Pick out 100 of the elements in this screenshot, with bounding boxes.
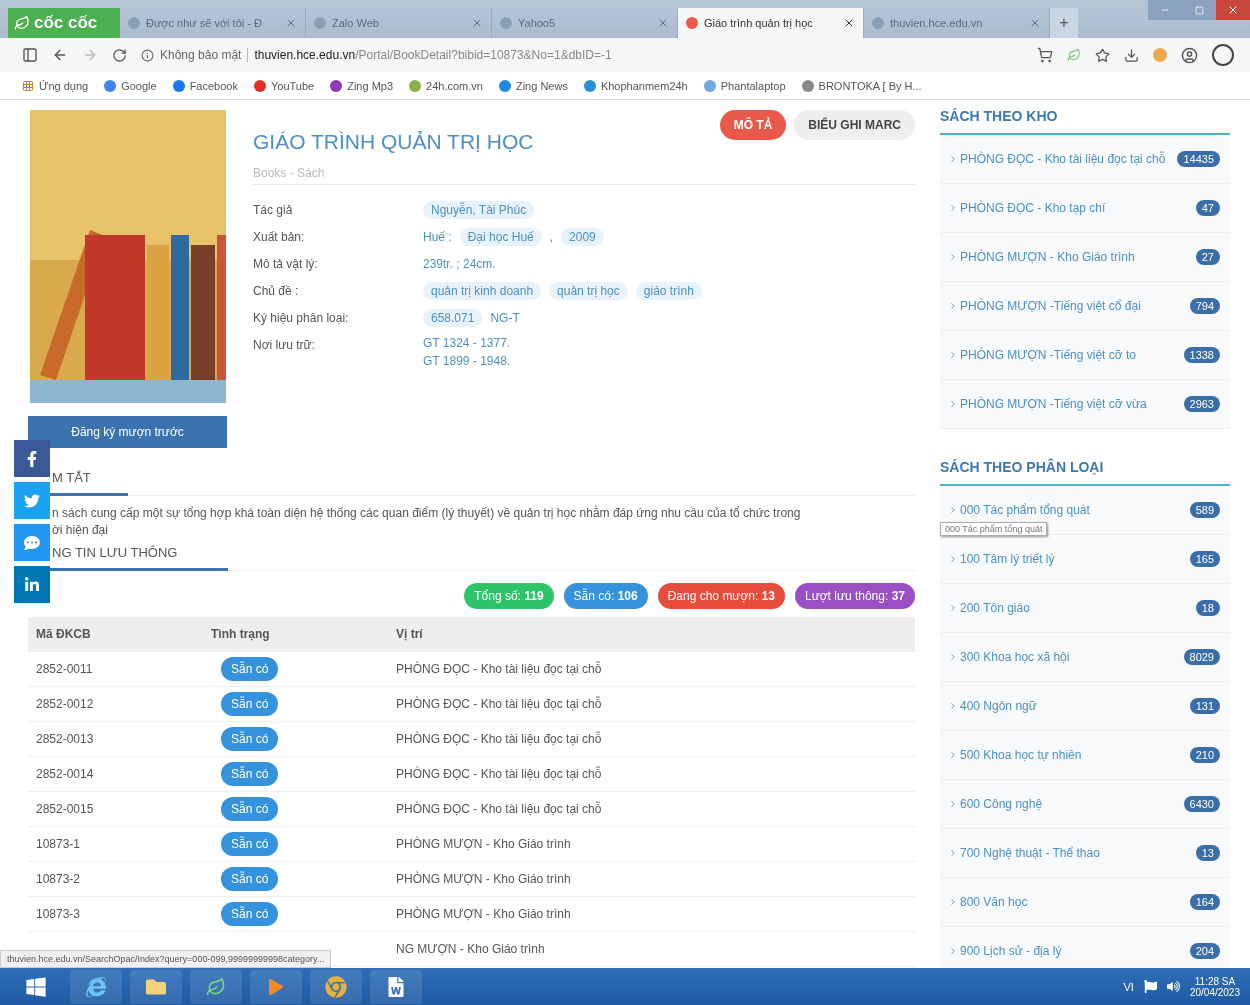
count-badge: 1338 [1183,347,1220,363]
field-tag[interactable]: 2009 [561,228,604,246]
linkedin-button[interactable] [14,566,50,603]
chat-button[interactable] [14,524,50,561]
chevron-icon [948,701,958,711]
count-badge: 165 [1189,551,1220,567]
download-icon[interactable] [1124,47,1139,63]
taskbar-button[interactable] [130,969,182,1004]
table-cell-text: 10873-2 [36,872,82,886]
circle-icon[interactable] [1212,44,1234,66]
clock[interactable]: 11:28 SA 20/04/2023 [1189,975,1240,998]
field-tag[interactable]: quản trị học [549,282,628,300]
stat-badge: Lượt lưu thông: 37 [795,583,915,609]
field-label: Xuất bản: [253,229,306,246]
browser-logo[interactable]: cốc cốc [8,8,120,38]
facebook-button[interactable] [14,440,50,477]
field-tag[interactable]: quản trị kinh doanh [423,282,542,300]
bookmark[interactable]: Zing Mp3 [330,79,394,92]
sidebar-item[interactable]: 400 Ngôn ngữ 131 [940,682,1230,731]
table-cell-text: PHÒNG ĐỌC - Kho tài liệu đọc tại chỗ [396,662,603,676]
field-label: Mô tả vật lý: [253,256,319,273]
table-cell-text: PHÒNG ĐỌC - Kho tài liệu đọc tại chỗ [396,697,603,711]
leaf-icon[interactable] [1067,48,1081,62]
close-icon[interactable] [843,17,855,29]
summary-text: n sách cung cấp một sự tổng hợp khá toàn diện hệ thống các quan điểm (lý thuyết) về quản trị học nhằm đáp ứng nhu cầu của tổ chức trong [52,506,802,520]
back-icon[interactable] [52,47,68,63]
count-badge: 164 [1189,894,1220,910]
column-header: Tình trạng [211,627,271,641]
sidebar-item[interactable]: PHÒNG MƯỢN - Kho Giáo trình 27 [940,233,1230,282]
language-indicator[interactable]: VI [1123,980,1134,993]
sidebar-item[interactable]: PHÒNG MƯỢN -Tiếng việt cỡ to 1338 [940,331,1230,380]
table-cell-text: 10873-1 [36,837,82,851]
info-icon[interactable] [141,48,154,62]
reload-icon[interactable] [112,47,127,63]
taskbar-button[interactable] [310,969,362,1004]
star-icon[interactable] [1095,47,1110,63]
sidebar-item[interactable]: 900 Lịch sử - địa lý 204 [940,927,1230,968]
column-header: Vị trí [396,627,424,641]
field-tag[interactable]: 658.071 [423,309,483,327]
chevron-icon [948,505,958,515]
sidebar-item[interactable]: 200 Tôn giáo 18 [940,584,1230,633]
sidebar-item[interactable]: 500 Khoa học tự nhiên 210 [940,731,1230,780]
sidebar-item[interactable]: PHÒNG MƯỢN -Tiếng việt cỡ vừa 2963 [940,380,1230,429]
chevron-icon [948,603,958,613]
volume-icon[interactable] [1166,980,1180,993]
bookmark[interactable]: Phantalaptop [703,79,786,92]
bookmark[interactable]: 24h.com.vn [409,79,483,92]
view-tab[interactable]: BIỂU GHI MARC [794,110,915,140]
bookmark[interactable]: YouTube [253,79,315,92]
sidebar-item[interactable]: 000 Tác phẩm tổng quát 589 000 Tác phẩm tổng quát [940,486,1230,535]
sidebar-item[interactable]: PHÒNG ĐỌC - Kho tài liệu đọc tại chỗ 14435 [940,135,1230,184]
sidebar-item[interactable]: 700 Nghệ thuật - Thể thao 13 [940,829,1230,878]
table-cell-text: PHÒNG MƯỢN - Kho Giáo trình [396,872,572,886]
taskbar-button[interactable] [370,969,422,1004]
browser-tab[interactable]: Giáo trình quản trị học [678,8,864,38]
bookmark[interactable]: BRONTOKA [ By H... [801,79,922,92]
profile-icon[interactable] [1181,46,1198,64]
close-icon [1227,4,1239,16]
field-tag[interactable]: Đại học Huế [459,228,542,246]
book-type: Books - Sách [253,166,326,180]
chevron-icon [948,848,958,858]
sidebar-item[interactable]: 300 Khoa học xã hội 8029 [940,633,1230,682]
stat-badge: Đang cho mượn: 13 [657,583,785,609]
field-tag[interactable]: giáo trình [635,282,702,300]
sidebar-item[interactable]: 600 Công nghệ 6430 [940,780,1230,829]
cart-icon[interactable] [1037,47,1053,63]
table-cell-text: PHÒNG ĐỌC - Kho tài liệu đọc tại chỗ [396,767,603,781]
field-tag[interactable]: Nguyễn, Tài Phúc [423,201,535,219]
reserve-button[interactable]: Đăng ký mượn trước [28,416,227,448]
sidebar-icon[interactable] [22,47,38,63]
bookmark[interactable]: Google [104,79,157,92]
bookmark[interactable]: Facebook [172,79,238,92]
flag-icon[interactable] [1143,980,1157,993]
bookmark[interactable]: Ứng dụng [22,79,89,92]
sidebar-item[interactable]: PHÒNG ĐỌC - Kho tạp chí 47 [940,184,1230,233]
table-cell-text: 10873-3 [36,907,82,921]
table-cell-text: PHÒNG ĐỌC - Kho tài liệu đọc tại chỗ [396,732,603,746]
bookmark[interactable]: Zing News [498,79,568,92]
sidebar-item[interactable]: 800 Văn học 164 [940,878,1230,927]
chevron-icon [948,350,958,360]
twitter-button[interactable] [14,482,50,519]
chrome-icon [325,975,347,998]
extension-icon[interactable] [1153,48,1167,62]
sidebar-item[interactable]: PHÒNG MƯỢN -Tiếng việt cổ đại 794 [940,282,1230,331]
taskbar-button[interactable] [70,969,122,1004]
taskbar-button[interactable] [250,969,302,1004]
taskbar-button[interactable] [190,969,242,1004]
table-cell-text: 2852-0013 [36,732,95,746]
status-badge: Sẵn có [221,727,279,751]
bookmark[interactable]: Khophanmem24h [583,79,688,92]
section-title: M TẮT [52,470,91,485]
field-value: , [549,230,554,244]
sidebar-item[interactable]: 100 Tâm lý triết lý 165 [940,535,1230,584]
new-tab-button[interactable]: + [1050,8,1078,38]
status-badge: Sẵn có [221,797,279,821]
chevron-icon [948,750,958,760]
leaf-icon [206,976,226,997]
chevron-icon [948,399,958,409]
view-tab[interactable]: MÔ TẢ [719,110,787,140]
status-badge: Sẵn có [221,657,279,681]
